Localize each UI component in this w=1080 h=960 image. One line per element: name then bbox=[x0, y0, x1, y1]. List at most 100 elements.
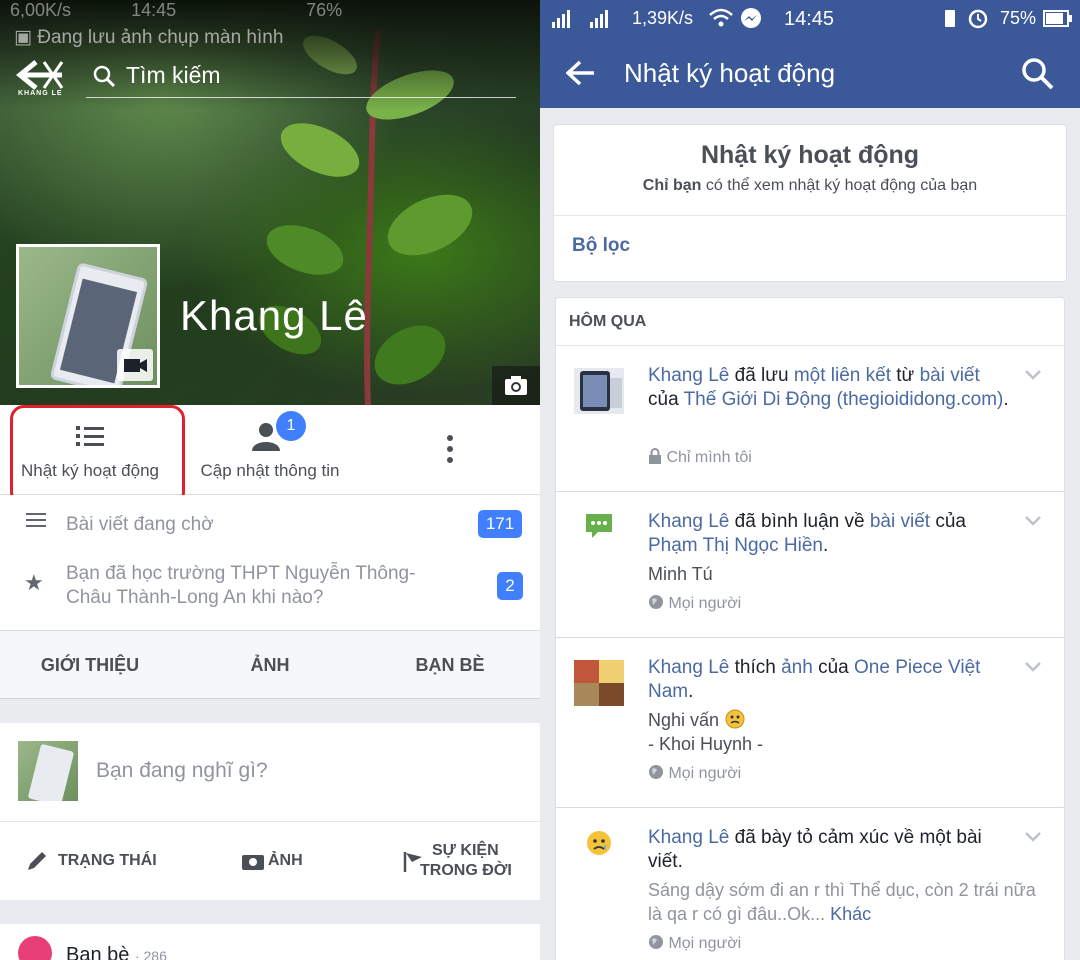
activity-text: Khang Lê thích ảnh của One Piece Việt Na… bbox=[648, 657, 981, 702]
profile-picture[interactable] bbox=[16, 244, 160, 388]
privacy-text: Mọi người bbox=[668, 765, 742, 782]
update-info-label: Cập nhật thông tin bbox=[200, 461, 340, 480]
privacy-label: Mọi người bbox=[648, 764, 741, 783]
battery-icon bbox=[1043, 10, 1072, 27]
link-link[interactable]: một liên kết bbox=[794, 365, 891, 386]
globe-icon bbox=[649, 765, 663, 779]
friends-section[interactable]: Bạn bè · 286 bbox=[0, 924, 540, 960]
card-subtitle: Chỉ bạn có thể xem nhật ký hoạt động của… bbox=[554, 177, 1066, 195]
vibrate-alarm-icon bbox=[945, 9, 988, 29]
life-event-button[interactable]: SỰ KIỆN TRONG ĐỜI bbox=[400, 840, 520, 884]
search-icon[interactable] bbox=[1020, 56, 1056, 92]
pending-posts-row[interactable]: Bài viết đang chờ 171 bbox=[0, 495, 540, 550]
post-link[interactable]: bài viết bbox=[870, 511, 930, 532]
school-question-row[interactable]: ★ Bạn đã học trường THPT Nguyễn Thông- Ch… bbox=[0, 550, 540, 631]
chevron-down-icon[interactable] bbox=[1024, 830, 1042, 842]
cover-photo[interactable]: 6,00K/s 14:45 76% ▣ Đang lưu ảnh chụp mà… bbox=[0, 0, 540, 405]
saving-text: Đang lưu ảnh chụp màn hình bbox=[37, 27, 284, 48]
pending-posts-count: 171 bbox=[478, 510, 522, 538]
friends-label: Bạn bè bbox=[66, 944, 130, 960]
activity-item[interactable]: Khang Lê thích ảnh của One Piece Việt Na… bbox=[556, 638, 1064, 808]
chevron-down-icon[interactable] bbox=[1024, 368, 1042, 380]
friends-count: · 286 bbox=[134, 948, 167, 960]
activity-log-screen: 1,39K/s 14:45 75% Nhật ký hoạt động Nhật… bbox=[540, 0, 1080, 960]
video-camera-icon[interactable] bbox=[117, 349, 153, 381]
camera-icon bbox=[242, 855, 264, 870]
highlight-box bbox=[10, 405, 185, 506]
post-composer: Bạn đang nghĩ gì? TRẠNG THÁI ẢNH SỰ KIỆN… bbox=[0, 723, 540, 900]
school-question-text: Bạn đã học trường THPT Nguyễn Thông- Châu… bbox=[66, 562, 415, 610]
activity-item[interactable]: Khang Lê đã lưu một liên kết từ bài viết… bbox=[556, 346, 1064, 492]
caption-line1: Nghi vấn bbox=[648, 710, 720, 730]
manga-thumbnail bbox=[574, 660, 624, 706]
actor-link[interactable]: Khang Lê bbox=[648, 365, 729, 386]
section-label: HÔM QUA bbox=[569, 313, 647, 330]
star-icon: ★ bbox=[24, 570, 44, 595]
camera-icon bbox=[505, 376, 527, 395]
sad-face-icon bbox=[587, 831, 611, 855]
privacy-label: Chỉ mình tôi bbox=[648, 448, 752, 467]
tab-about[interactable]: GIỚI THIỆU bbox=[0, 631, 180, 699]
photo-caption: Nghi vấn - Khoi Huynh - bbox=[648, 708, 763, 756]
school-question-line2: Châu Thành-Long An khi nào? bbox=[66, 587, 324, 608]
card-title: Nhật ký hoạt động bbox=[700, 141, 920, 169]
pending-section: Bài viết đang chờ 171 ★ Bạn đã học trườn… bbox=[0, 495, 540, 631]
profile-tabs: GIỚI THIỆU ẢNH BẠN BÈ bbox=[0, 631, 540, 699]
chevron-down-icon[interactable] bbox=[1024, 514, 1042, 526]
privacy-label: Mọi người bbox=[648, 934, 741, 953]
post-link[interactable]: bài viết bbox=[920, 365, 980, 386]
composer-actions: TRẠNG THÁI ẢNH SỰ KIỆN TRONG ĐỜI bbox=[0, 821, 540, 900]
composer-input[interactable]: Bạn đang nghĩ gì? bbox=[96, 759, 268, 783]
caption-line2: - Khoi Huynh - bbox=[648, 734, 764, 754]
activity-text: Khang Lê đã bình luận về bài viết của Ph… bbox=[648, 511, 966, 556]
photo-button-label: ẢNH bbox=[268, 852, 303, 869]
change-cover-button[interactable] bbox=[492, 366, 540, 405]
back-logo-button[interactable]: KHANG LE bbox=[14, 58, 70, 102]
app-bar: Nhật ký hoạt động bbox=[540, 38, 1080, 108]
battery-percent: 75% bbox=[1000, 8, 1037, 28]
filter-button[interactable]: Bộ lọc bbox=[572, 235, 630, 257]
page-title: Nhật ký hoạt động bbox=[624, 58, 836, 88]
status-time: 14:45 bbox=[131, 0, 177, 20]
photo-link[interactable]: ảnh bbox=[781, 657, 813, 678]
activity-item[interactable]: Khang Lê đã bình luận về bài viết của Ph… bbox=[556, 492, 1064, 638]
network-speed: 1,39K/s bbox=[632, 8, 694, 28]
activity-log-header-card: Nhật ký hoạt động Chỉ bạn có thể xem nhậ… bbox=[553, 124, 1067, 282]
actor-link[interactable]: Khang Lê bbox=[648, 827, 729, 848]
update-info-badge: 1 bbox=[276, 411, 306, 441]
tagged-person[interactable]: Minh Tú bbox=[648, 562, 713, 586]
chevron-down-icon[interactable] bbox=[1024, 660, 1042, 672]
more-options-icon[interactable] bbox=[440, 435, 460, 469]
search-input[interactable]: Tìm kiếm bbox=[86, 58, 516, 98]
update-info-button[interactable]: 1 Cập nhật thông tin bbox=[180, 405, 360, 495]
actor-link[interactable]: Khang Lê bbox=[648, 511, 729, 532]
status-time: 14:45 bbox=[784, 8, 835, 30]
activity-item[interactable]: Khang Lê đã bày tỏ cảm xúc về một bài vi… bbox=[556, 808, 1064, 960]
page-link[interactable]: Thế Giới Di Động (thegioididong.com) bbox=[684, 389, 1004, 410]
status-button-label: TRẠNG THÁI bbox=[58, 852, 157, 869]
pending-posts-label: Bài viết đang chờ bbox=[66, 514, 214, 535]
see-more-link[interactable]: Khác bbox=[830, 904, 871, 924]
battery-percent: 76% bbox=[306, 0, 343, 20]
privacy-text: Mọi người bbox=[668, 935, 742, 952]
subtitle-bold: Chỉ bạn bbox=[642, 177, 702, 194]
tab-friends[interactable]: BẠN BÈ bbox=[360, 631, 540, 699]
back-arrow-icon[interactable] bbox=[566, 60, 596, 86]
network-speed: 6,00K/s bbox=[10, 0, 72, 20]
profile-name: Khang Lê bbox=[180, 292, 368, 339]
activity-text: Khang Lê đã bày tỏ cảm xúc về một bài vi… bbox=[648, 826, 1018, 874]
composer-avatar bbox=[18, 741, 78, 801]
tab-photos[interactable]: ẢNH bbox=[180, 631, 360, 699]
logo-text: KHANG LE bbox=[18, 90, 63, 97]
person-link[interactable]: Phạm Thị Ngọc Hiền bbox=[648, 535, 823, 556]
wifi-messenger-icon bbox=[709, 8, 761, 28]
school-question-count: 2 bbox=[497, 572, 523, 600]
left-status-bar: 6,00K/s 14:45 76% bbox=[10, 0, 342, 21]
actor-link[interactable]: Khang Lê bbox=[648, 657, 729, 678]
search-placeholder: Tìm kiếm bbox=[126, 62, 221, 88]
privacy-label: Mọi người bbox=[648, 594, 741, 613]
activity-text: Khang Lê đã lưu một liên kết từ bài viết… bbox=[648, 365, 1009, 410]
globe-icon bbox=[649, 935, 663, 949]
screenshot-saving-notice: ▣ Đang lưu ảnh chụp màn hình bbox=[14, 27, 284, 48]
life-event-line2: TRONG ĐỜI bbox=[420, 862, 512, 879]
